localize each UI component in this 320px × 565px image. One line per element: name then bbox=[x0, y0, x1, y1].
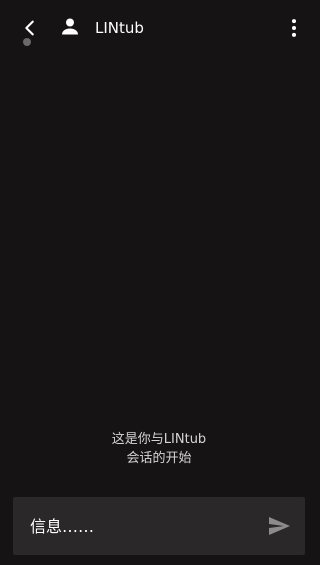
contact-name[interactable]: LINtub bbox=[95, 18, 144, 38]
send-icon bbox=[269, 517, 290, 535]
message-composer bbox=[13, 497, 305, 555]
conversation-start-line-2: 会话的开始 bbox=[126, 451, 192, 466]
chevron-left-icon bbox=[25, 20, 34, 36]
person-icon bbox=[62, 18, 78, 35]
conversation-start-message: 这是你与LINtub 会话的开始 bbox=[0, 430, 318, 468]
status-indicator bbox=[23, 38, 31, 46]
back-button[interactable] bbox=[16, 14, 44, 42]
vertical-ellipsis-icon bbox=[291, 19, 297, 37]
contact-avatar[interactable] bbox=[58, 15, 82, 47]
send-button[interactable] bbox=[267, 514, 291, 538]
more-options-button[interactable] bbox=[280, 14, 308, 42]
app-bar: LINtub bbox=[0, 0, 318, 56]
conversation-start-line-1: 这是你与LINtub bbox=[111, 432, 207, 447]
message-input[interactable] bbox=[30, 514, 250, 538]
